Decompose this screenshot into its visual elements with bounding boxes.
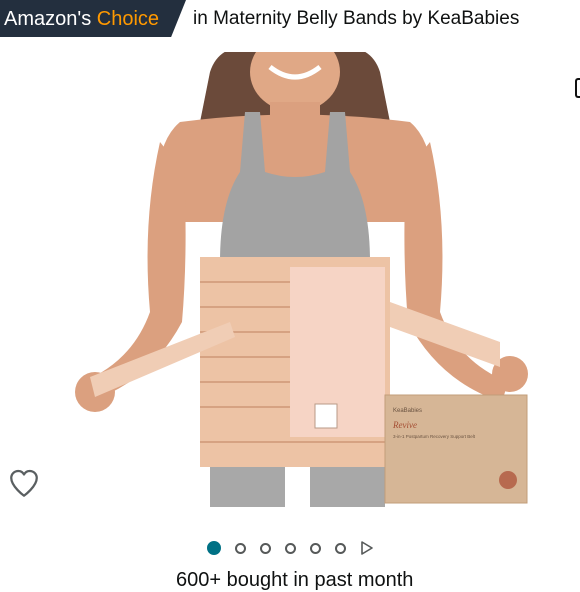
leggings-left bbox=[210, 467, 285, 507]
bought-in-past-month: 600+ bought in past month bbox=[176, 569, 414, 591]
carousel-dot-4[interactable] bbox=[284, 542, 296, 554]
badge-prefix: Amazon's bbox=[4, 8, 92, 30]
amazons-choice-label: Amazon's Choice bbox=[4, 7, 159, 31]
play-arrow-icon[interactable] bbox=[360, 541, 374, 555]
leggings-right bbox=[310, 467, 385, 507]
carousel-dot-1[interactable] bbox=[206, 541, 221, 555]
box-subtitle: 3-in-1 Postpartum Recovery Support Belt bbox=[393, 434, 476, 439]
category-link[interactable]: in Maternity Belly Bands by KeaBabies bbox=[193, 7, 519, 31]
carousel-dot-3[interactable] bbox=[259, 542, 271, 554]
image-carousel-dots bbox=[0, 537, 580, 559]
badge-highlight: Choice bbox=[96, 8, 160, 30]
carousel-dot-2[interactable] bbox=[234, 542, 246, 554]
box-product-name: Revive bbox=[392, 420, 417, 430]
share-icon[interactable] bbox=[575, 78, 580, 98]
heart-outline-icon[interactable] bbox=[7, 466, 41, 500]
band-logo-tag bbox=[314, 403, 338, 429]
product-image[interactable]: KeaBabies Revive 3-in-1 Postpartum Recov… bbox=[60, 52, 530, 507]
box-brand: KeaBabies bbox=[393, 408, 422, 414]
carousel-dot-5[interactable] bbox=[309, 542, 321, 554]
box-seal bbox=[499, 471, 517, 489]
carousel-dot-6[interactable] bbox=[334, 542, 346, 554]
